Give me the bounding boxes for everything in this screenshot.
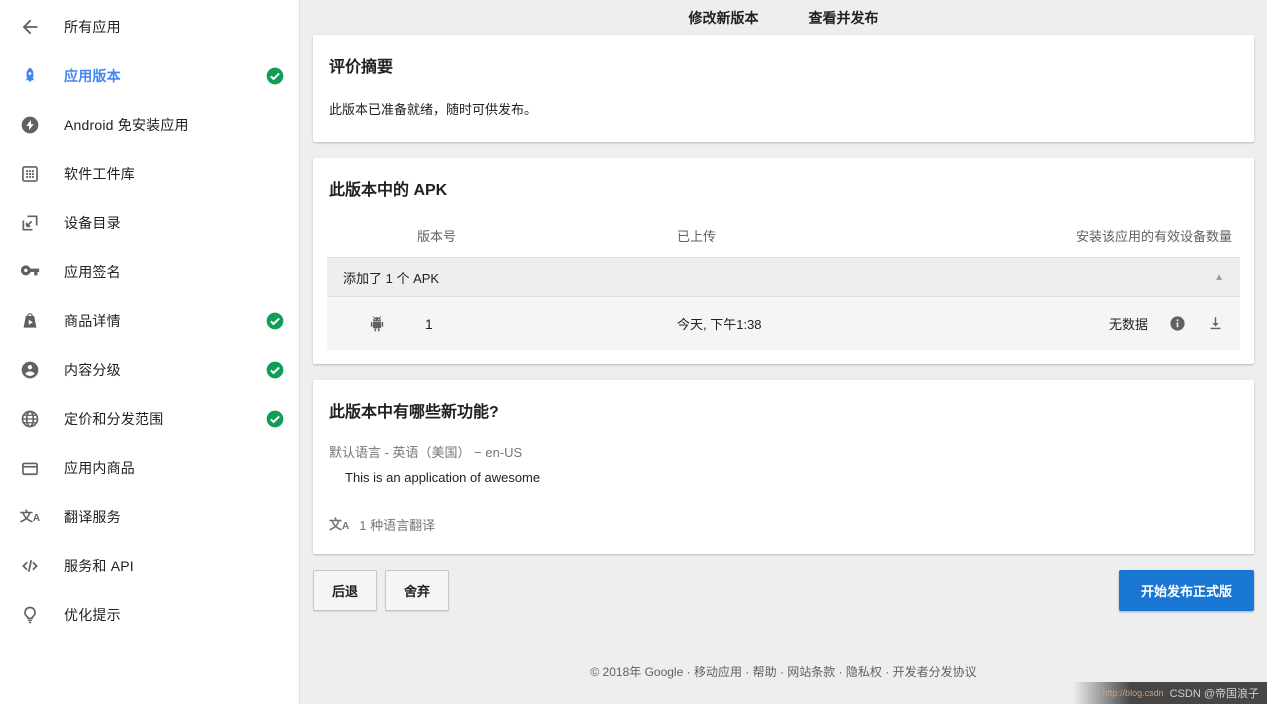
apk-card: 此版本中的 APK 版本号 已上传 安装该应用的有效设备数量 添加了 1 个 A… — [313, 158, 1254, 364]
sidebar-item-label: 优化提示 — [64, 605, 121, 625]
check-complete-icon — [265, 360, 285, 380]
translate-icon: 文A — [329, 517, 349, 532]
info-icon[interactable] — [1168, 315, 1186, 333]
sidebar-item-content-rating[interactable]: 内容分级 — [0, 345, 299, 394]
sidebar-item-label: 翻译服务 — [64, 507, 121, 527]
sidebar-item-label: Android 免安装应用 — [64, 115, 189, 135]
sidebar-item-device-catalog[interactable]: 设备目录 — [0, 198, 299, 247]
instant-apps-icon — [18, 113, 42, 137]
apk-table-header: 版本号 已上传 安装该应用的有效设备数量 — [327, 214, 1240, 258]
sidebar-item-translation-service[interactable]: 文A 翻译服务 — [0, 492, 299, 541]
store-listing-icon — [18, 309, 42, 333]
wallet-icon — [18, 456, 42, 480]
translate-icon: 文A — [18, 505, 42, 529]
sidebar-item-label: 定价和分发范围 — [64, 409, 163, 429]
watermark: http://blog.csdn CSDN @帝国浪子 — [1073, 682, 1267, 704]
sidebar-item-app-releases[interactable]: 应用版本 — [0, 51, 299, 100]
back-button[interactable]: 后退 — [313, 570, 377, 611]
apk-uploaded-time: 今天, 下午1:38 — [677, 314, 1007, 333]
apk-active-devices: 无数据 — [1109, 314, 1148, 333]
sidebar-item-label: 商品详情 — [64, 311, 121, 331]
sidebar-item-app-signing[interactable]: 应用签名 — [0, 247, 299, 296]
apk-table-row: 1 今天, 下午1:38 无数据 — [327, 296, 1240, 350]
watermark-url: http://blog.csdn — [1103, 688, 1164, 698]
main-content: 修改新版本 查看并发布 评价摘要 此版本已准备就绪，随时可供发布。 此版本中的 … — [300, 0, 1267, 704]
globe-icon — [18, 407, 42, 431]
sidebar-back-label: 所有应用 — [64, 17, 121, 37]
apk-table: 版本号 已上传 安装该应用的有效设备数量 添加了 1 个 APK ▲ 1 今天 — [327, 214, 1240, 350]
sidebar-item-artifact-library[interactable]: 软件工件库 — [0, 149, 299, 198]
summary-card-body: 此版本已准备就绪，随时可供发布。 — [329, 99, 1238, 118]
sidebar-item-optimization-tips[interactable]: 优化提示 — [0, 590, 299, 639]
translations-row[interactable]: 文A 1 种语言翻译 — [329, 515, 1238, 534]
sidebar-item-label: 内容分级 — [64, 360, 121, 380]
sidebar-item-label: 软件工件库 — [64, 164, 135, 184]
sidebar-back-all-apps[interactable]: 所有应用 — [0, 2, 299, 51]
sidebar-item-services-api[interactable]: 服务和 API — [0, 541, 299, 590]
whats-new-title: 此版本中有哪些新功能? — [329, 398, 1238, 422]
start-rollout-button[interactable]: 开始发布正式版 — [1119, 570, 1254, 611]
back-arrow-icon — [18, 15, 42, 39]
actions-bar: 后退 舍弃 开始发布正式版 — [313, 570, 1254, 611]
sidebar-item-label: 服务和 API — [64, 556, 134, 576]
sidebar-item-store-listing[interactable]: 商品详情 — [0, 296, 299, 345]
apk-card-title: 此版本中的 APK — [313, 176, 1254, 200]
key-icon — [18, 260, 42, 284]
artifact-library-icon — [18, 162, 42, 186]
sidebar: 所有应用 应用版本 Android 免安装应用 软件工件库 设备目录 应用签名 — [0, 0, 300, 704]
summary-card-title: 评价摘要 — [329, 53, 1238, 77]
sidebar-item-label: 设备目录 — [64, 213, 121, 233]
apk-group-row[interactable]: 添加了 1 个 APK ▲ — [327, 258, 1240, 296]
lightbulb-icon — [18, 603, 42, 627]
content-rating-icon — [18, 358, 42, 382]
services-api-icon — [18, 554, 42, 578]
column-version-code: 版本号 — [327, 226, 677, 245]
tab-review-publish[interactable]: 查看并发布 — [809, 8, 879, 34]
watermark-label: CSDN @帝国浪子 — [1170, 685, 1259, 701]
discard-button[interactable]: 舍弃 — [385, 570, 449, 611]
sidebar-item-instant-apps[interactable]: Android 免安装应用 — [0, 100, 299, 149]
column-active-devices: 安装该应用的有效设备数量 — [1007, 226, 1240, 245]
release-steps-bar: 修改新版本 查看并发布 — [300, 0, 1267, 34]
sidebar-item-label: 应用签名 — [64, 262, 121, 282]
column-uploaded: 已上传 — [677, 226, 1007, 245]
whats-new-card: 此版本中有哪些新功能? 默认语言 - 英语（美国） − en-US This i… — [313, 380, 1254, 554]
footer-links[interactable]: © 2018年 Google · 移动应用 · 帮助 · 网站条款 · 隐私权 … — [313, 663, 1254, 680]
android-robot-icon — [367, 314, 387, 334]
device-catalog-icon — [18, 211, 42, 235]
default-language-label: 默认语言 - 英语（美国） − en-US — [329, 442, 1238, 461]
tab-edit-release[interactable]: 修改新版本 — [689, 8, 759, 34]
translations-count-label: 1 种语言翻译 — [359, 515, 435, 534]
rocket-icon — [18, 64, 42, 88]
check-complete-icon — [265, 311, 285, 331]
release-notes-text: This is an application of awesome — [345, 470, 1238, 485]
review-summary-card: 评价摘要 此版本已准备就绪，随时可供发布。 — [313, 35, 1254, 142]
collapse-caret-icon[interactable]: ▲ — [1214, 272, 1224, 283]
apk-group-label: 添加了 1 个 APK — [343, 268, 439, 287]
sidebar-item-in-app-products[interactable]: 应用内商品 — [0, 443, 299, 492]
download-icon[interactable] — [1206, 315, 1224, 333]
sidebar-item-pricing-distribution[interactable]: 定价和分发范围 — [0, 394, 299, 443]
check-complete-icon — [265, 66, 285, 86]
sidebar-item-label: 应用版本 — [64, 66, 121, 86]
check-complete-icon — [265, 409, 285, 429]
sidebar-item-label: 应用内商品 — [64, 458, 135, 478]
apk-version-code: 1 — [425, 316, 433, 332]
